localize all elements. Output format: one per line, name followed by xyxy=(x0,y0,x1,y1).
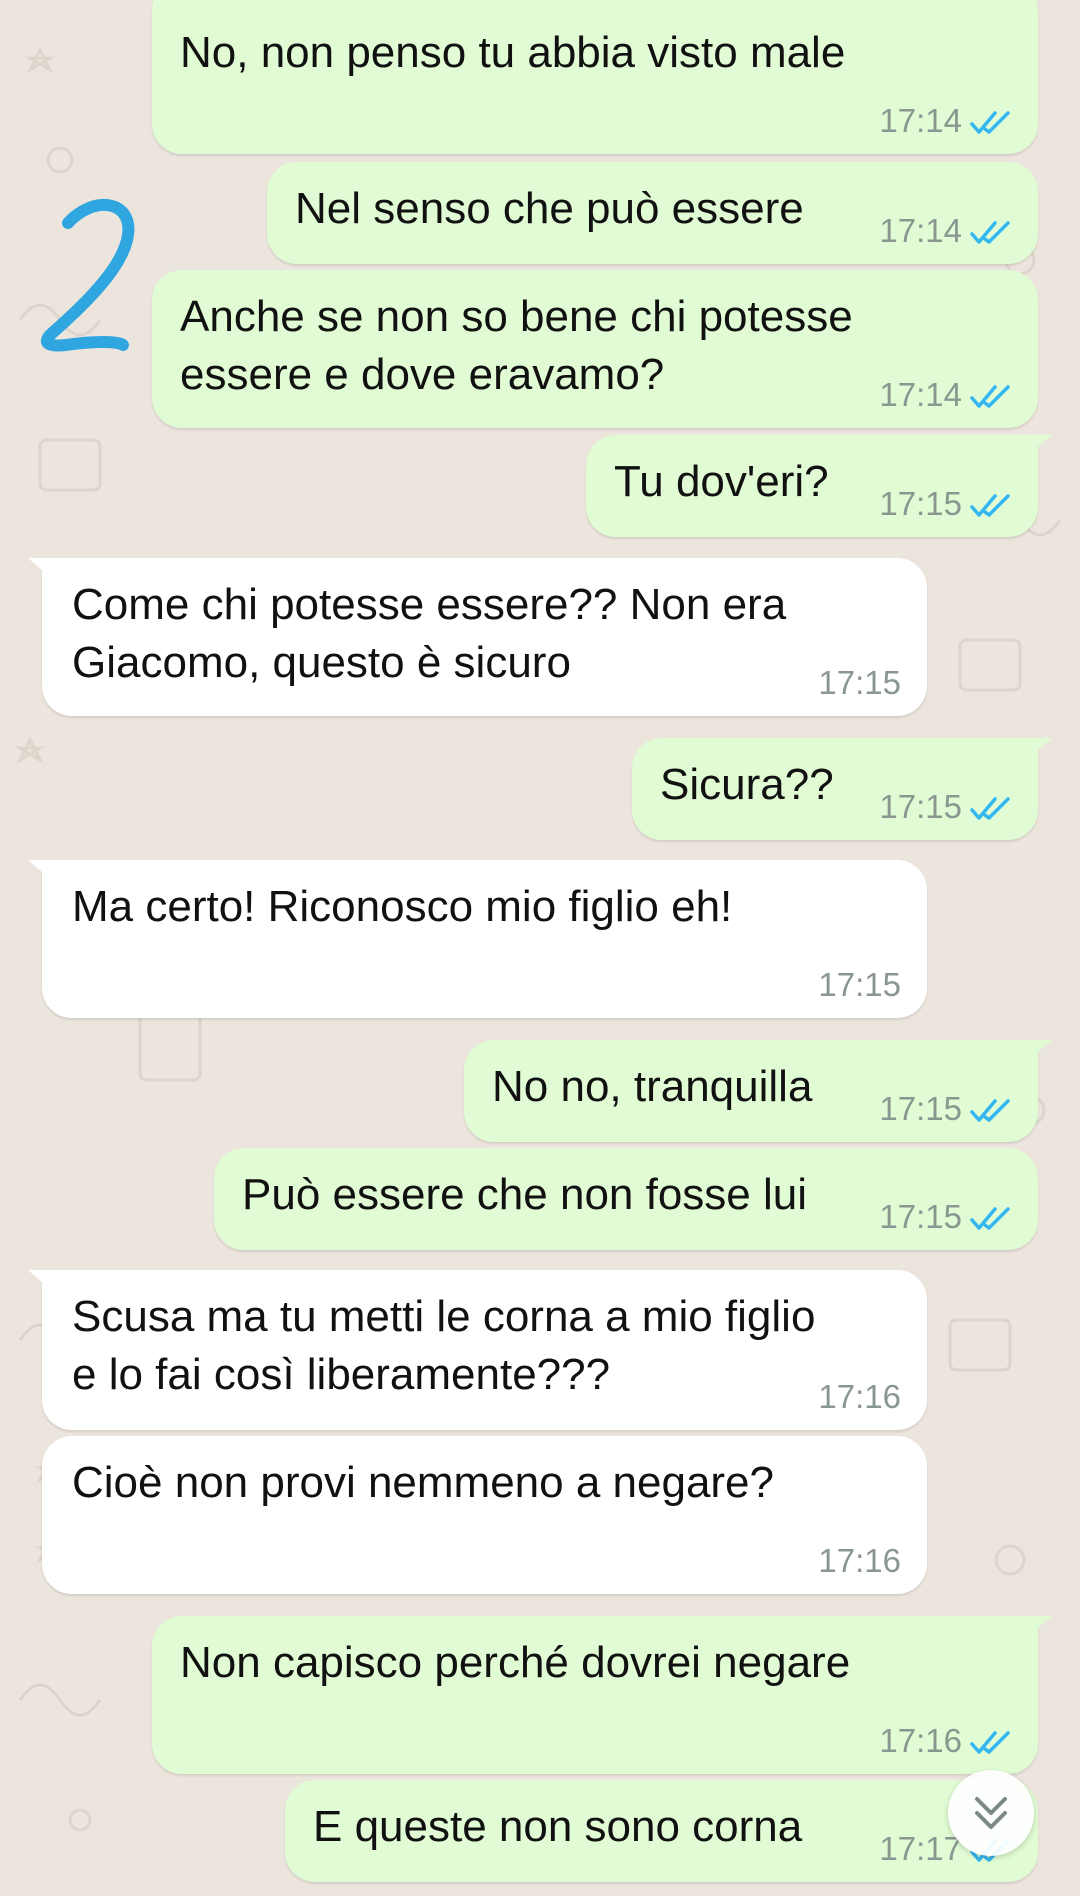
message-meta: 17:15 xyxy=(818,664,901,702)
scroll-to-bottom-button[interactable] xyxy=(948,1770,1034,1856)
outgoing-message[interactable]: E queste non sono corna 17:17 xyxy=(285,1780,1038,1882)
outgoing-message[interactable]: No no, tranquilla 17:15 xyxy=(464,1040,1052,1142)
message-meta: 17:16 xyxy=(818,1542,901,1580)
chevron-double-down-icon xyxy=(975,1797,1007,1829)
message-meta: 17:15 xyxy=(879,1090,1014,1128)
message-meta: 17:15 xyxy=(879,1198,1014,1236)
message-text: Cioè non provi nemmeno a negare? xyxy=(72,1458,775,1507)
message-meta: 17:14 xyxy=(879,376,1014,414)
message-time: 17:15 xyxy=(818,966,901,1003)
incoming-message[interactable]: Cioè non provi nemmeno a negare? 17:16 xyxy=(42,1436,927,1594)
message-text: Sicura?? xyxy=(660,760,834,809)
annotation-scribble: 2 xyxy=(41,199,135,352)
message-time: 17:15 xyxy=(879,1090,962,1127)
incoming-message[interactable]: Ma certo! Riconosco mio figlio eh! 17:15 xyxy=(28,860,927,1018)
double-check-icon xyxy=(970,1203,1014,1231)
message-time: 17:15 xyxy=(818,664,901,701)
message-time: 17:16 xyxy=(879,1722,962,1759)
outgoing-message[interactable]: No, non penso tu abbia visto male 17:14 xyxy=(152,0,1038,154)
message-text: Ma certo! Riconosco mio figlio eh! xyxy=(72,882,733,931)
double-check-icon xyxy=(970,107,1014,135)
message-text: Come chi potesse essere?? Non era Giacom… xyxy=(72,580,787,687)
outgoing-message[interactable]: Tu dov'eri? 17:15 xyxy=(586,435,1052,537)
message-text: Nel senso che può essere xyxy=(295,184,804,233)
message-text: No, non penso tu abbia visto male xyxy=(180,28,846,77)
message-meta: 17:16 xyxy=(818,1378,901,1416)
message-meta: 17:15 xyxy=(879,788,1014,826)
double-check-icon xyxy=(970,1727,1014,1755)
message-time: 17:16 xyxy=(818,1542,901,1579)
outgoing-message[interactable]: Sicura?? 17:15 xyxy=(632,738,1052,840)
double-check-icon xyxy=(970,793,1014,821)
message-meta: 17:15 xyxy=(879,485,1014,523)
double-check-icon xyxy=(970,381,1014,409)
double-check-icon xyxy=(970,1095,1014,1123)
message-time: 17:15 xyxy=(879,485,962,522)
message-time: 17:15 xyxy=(879,1198,962,1235)
message-meta: 17:14 xyxy=(879,102,1014,140)
message-text: Tu dov'eri? xyxy=(614,457,829,506)
message-time: 17:17 xyxy=(879,1830,962,1867)
message-time: 17:15 xyxy=(879,788,962,825)
incoming-message[interactable]: Scusa ma tu metti le corna a mio figlio … xyxy=(28,1270,927,1430)
message-text: E queste non sono corna xyxy=(313,1802,803,1851)
message-time: 17:16 xyxy=(818,1378,901,1415)
double-check-icon xyxy=(970,490,1014,518)
message-meta: 17:14 xyxy=(879,212,1014,250)
incoming-message[interactable]: Come chi potesse essere?? Non era Giacom… xyxy=(28,558,927,716)
outgoing-message[interactable]: Può essere che non fosse lui 17:15 xyxy=(214,1148,1038,1250)
message-text: Anche se non so bene chi potesse essere … xyxy=(180,292,853,399)
message-text: Non capisco perché dovrei negare xyxy=(180,1638,851,1687)
message-text: Scusa ma tu metti le corna a mio figlio … xyxy=(72,1292,816,1399)
outgoing-message[interactable]: Nel senso che può essere 17:14 xyxy=(267,162,1038,264)
message-text: No no, tranquilla xyxy=(492,1062,813,1111)
message-meta: 17:15 xyxy=(818,966,901,1004)
message-text: Può essere che non fosse lui xyxy=(242,1170,808,1219)
double-check-icon xyxy=(970,217,1014,245)
message-time: 17:14 xyxy=(879,102,962,139)
message-time: 17:14 xyxy=(879,376,962,413)
outgoing-message[interactable]: Anche se non so bene chi potesse essere … xyxy=(152,270,1038,428)
message-meta: 17:16 xyxy=(879,1722,1014,1760)
outgoing-message[interactable]: Non capisco perché dovrei negare 17:16 xyxy=(152,1616,1052,1774)
message-time: 17:14 xyxy=(879,212,962,249)
